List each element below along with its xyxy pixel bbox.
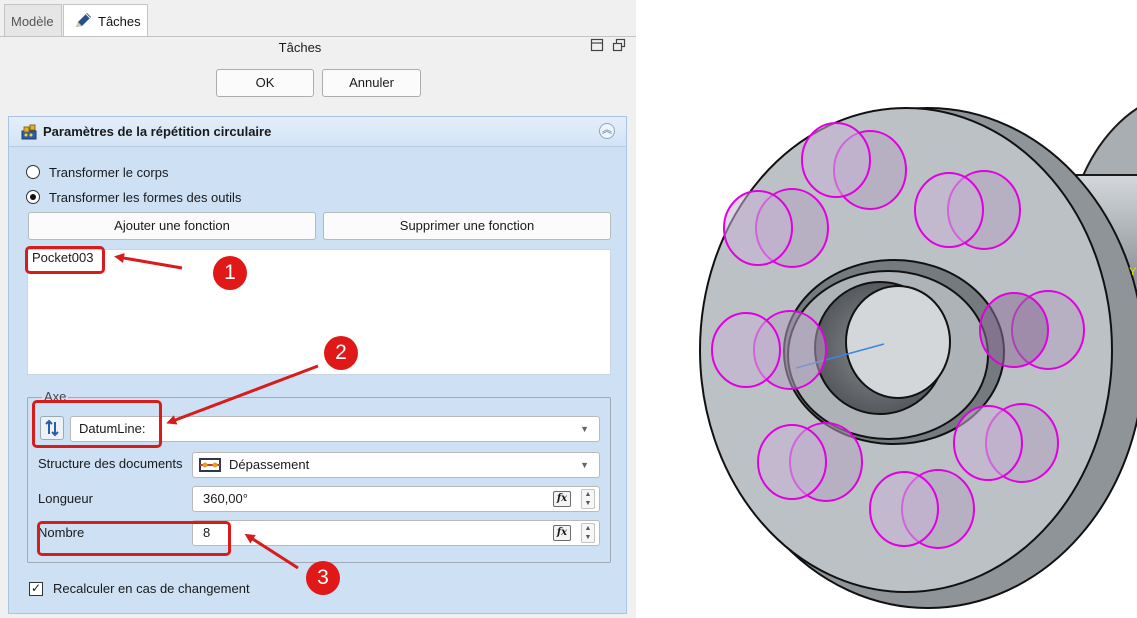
float-icon[interactable] <box>612 38 626 52</box>
dock-icon[interactable] <box>590 38 604 52</box>
feature-list[interactable]: Pocket003 <box>27 249 611 375</box>
spin-arrows-icon[interactable]: ▲ ▼ <box>581 523 595 543</box>
count-field[interactable]: 8 fx ▲ ▼ <box>192 520 600 546</box>
flange-model: Y <box>699 107 1137 609</box>
cancel-button[interactable]: Annuler <box>322 69 421 97</box>
length-value: 360,00° <box>203 491 248 506</box>
add-feature-button[interactable]: Ajouter une fonction <box>28 212 316 240</box>
tab-divider <box>0 36 636 37</box>
annotation-badge-1: 1 <box>213 256 247 290</box>
polar-pattern-icon <box>20 122 40 145</box>
expression-icon[interactable]: fx <box>553 491 571 507</box>
radio-button-checked[interactable] <box>26 190 40 204</box>
tab-tasks[interactable]: Tâches <box>63 4 148 36</box>
overlap-icon <box>199 457 221 481</box>
annotation-badge-3: 3 <box>306 561 340 595</box>
remove-feature-button[interactable]: Supprimer une fonction <box>323 212 611 240</box>
annotation-box-2 <box>32 400 162 448</box>
spin-arrows-icon[interactable]: ▲ ▼ <box>581 489 595 509</box>
length-label: Longueur <box>38 491 93 506</box>
recompute-checkbox[interactable]: ✓ <box>29 581 43 596</box>
panel-header: Paramètres de la répétition circulaire ︽ <box>9 117 626 147</box>
expression-icon[interactable]: fx <box>553 525 571 541</box>
axis-letter: Y <box>1129 266 1137 278</box>
collapse-icon[interactable]: ︽ <box>599 123 615 139</box>
chevron-down-icon: ▼ <box>580 460 589 470</box>
recompute-checkbox-row[interactable]: ✓ Recalculer en cas de changement <box>29 581 250 596</box>
tab-tasks-label: Tâches <box>98 14 141 29</box>
radio-label: Transformer les formes des outils <box>49 189 242 205</box>
radio-button[interactable] <box>26 165 40 179</box>
layout-select[interactable]: Dépassement ▼ <box>192 452 600 478</box>
pencil-icon <box>73 11 93 34</box>
radio-transform-tools[interactable]: Transformer les formes des outils <box>26 188 241 206</box>
chevron-down-icon: ▼ <box>580 424 589 434</box>
annotation-box-1 <box>25 246 105 274</box>
page-title: Tâches <box>278 40 322 55</box>
tab-model[interactable]: Modèle <box>4 4 62 36</box>
radio-transform-body[interactable]: Transformer le corps <box>26 163 168 181</box>
radio-label: Transformer le corps <box>49 164 169 180</box>
ok-button[interactable]: OK <box>216 69 314 97</box>
annotation-badge-2: 2 <box>324 336 358 370</box>
length-field[interactable]: 360,00° fx ▲ ▼ <box>192 486 600 512</box>
annotation-box-3 <box>37 521 231 556</box>
3d-viewport[interactable]: Y <box>636 0 1137 618</box>
recompute-label: Recalculer en cas de changement <box>53 581 250 596</box>
task-panel: Modèle Tâches Tâches OK Annuler Paramètr… <box>0 0 636 618</box>
layout-label: Structure des documents <box>38 456 183 471</box>
panel-title: Paramètres de la répétition circulaire <box>43 124 272 139</box>
layout-value: Dépassement <box>229 457 310 472</box>
